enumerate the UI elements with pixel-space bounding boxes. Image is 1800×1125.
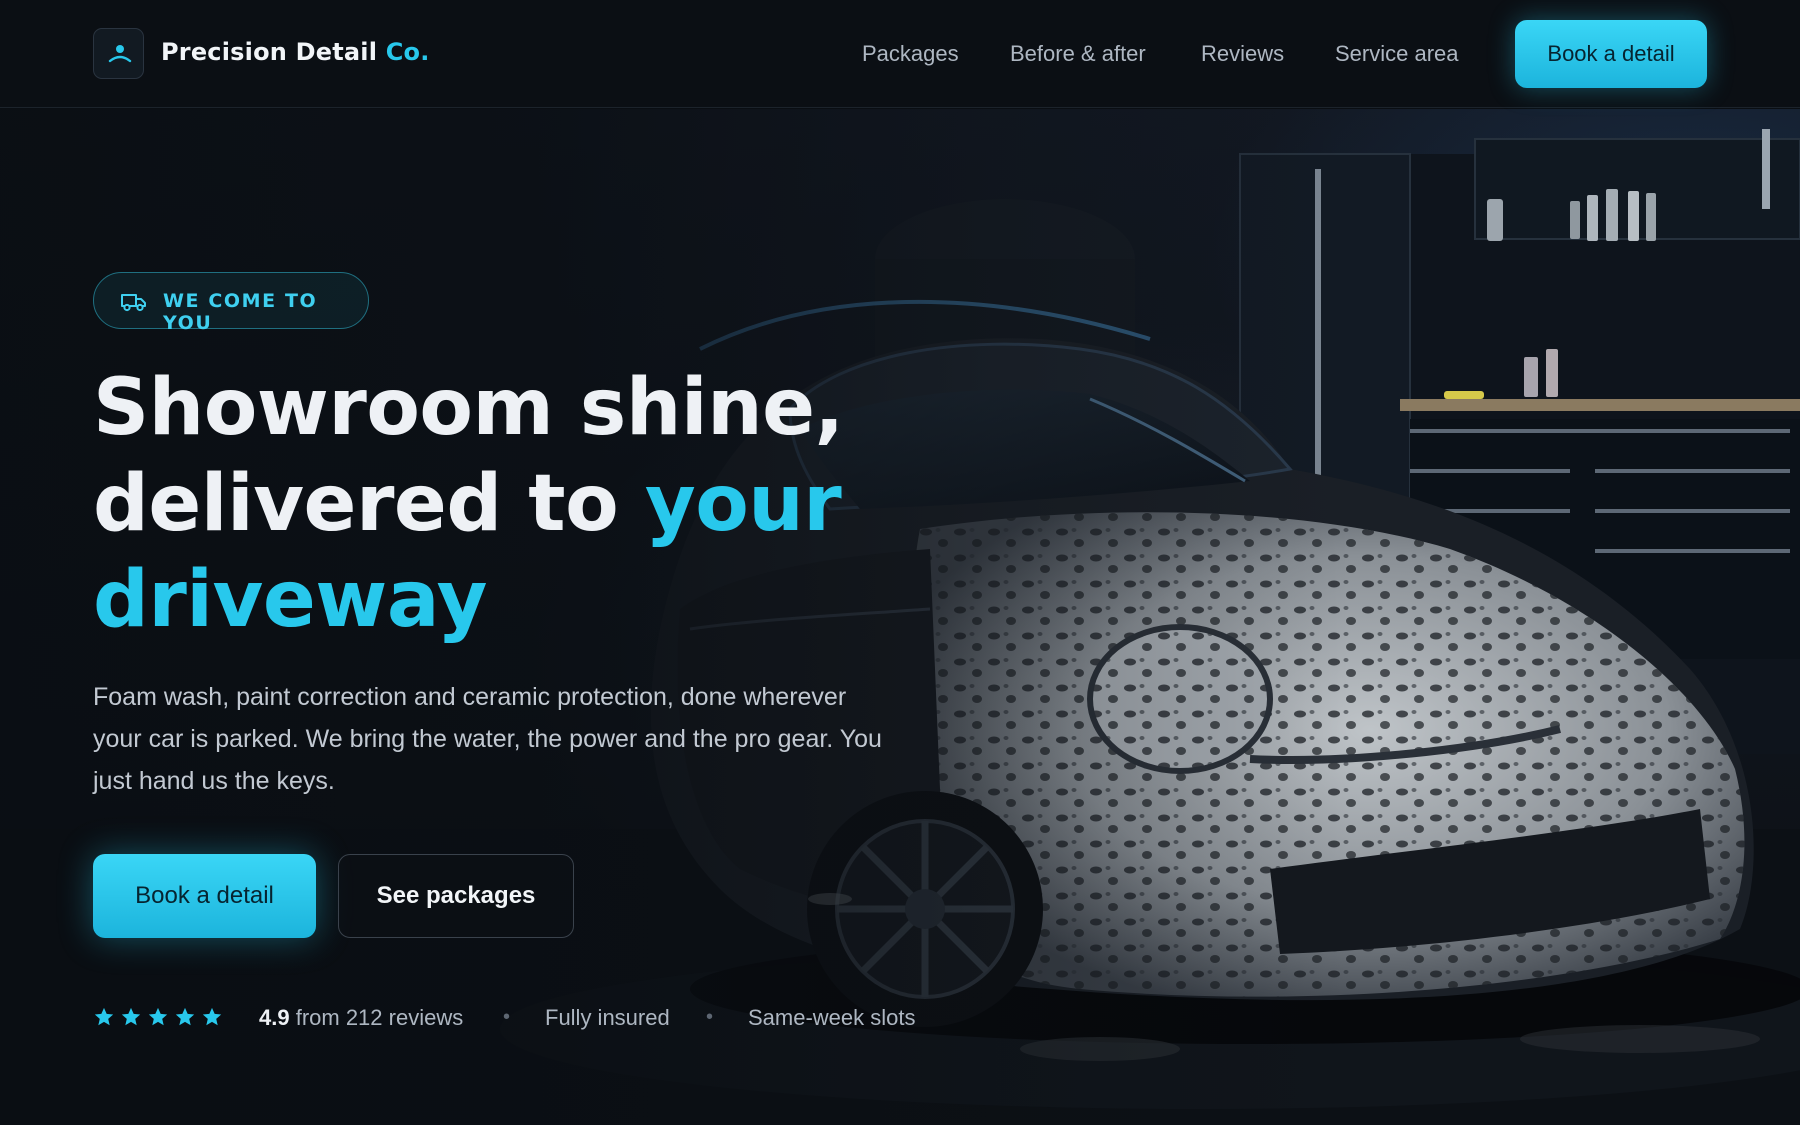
trust-same-week: Same-week slots — [748, 1005, 916, 1030]
rating-value: 4.9 — [259, 1005, 290, 1030]
see-packages-button[interactable]: See packages — [338, 854, 574, 938]
headline-highlight-driveway: driveway — [93, 555, 487, 645]
truck-icon — [121, 294, 146, 312]
hero-headline: Showroom shine, delivered to your drivew… — [93, 360, 913, 648]
nav-link-before-after[interactable]: Before & after — [1010, 41, 1146, 67]
brand-name-accent: Co. — [385, 38, 430, 66]
star-icon — [175, 1007, 195, 1026]
star-icon — [202, 1007, 222, 1026]
eyebrow-label: WE COME TO YOU — [163, 290, 318, 334]
logo-badge[interactable] — [93, 28, 144, 79]
person-icon — [108, 45, 132, 63]
rating-stars — [93, 1006, 223, 1028]
star-icon — [148, 1007, 168, 1026]
nav-link-reviews[interactable]: Reviews — [1201, 41, 1284, 67]
rating-summary: 4.9 from 212 reviews — [259, 1005, 463, 1031]
brand-name-text: Precision Detail — [161, 38, 378, 66]
trust-fully-insured: Fully insured — [545, 1005, 670, 1030]
rating-count-text: from 212 reviews — [289, 1005, 464, 1030]
site-header: Precision Detail Co. Packages Before & a… — [0, 0, 1800, 108]
star-icon — [94, 1007, 114, 1026]
separator-dot: • — [706, 1006, 714, 1028]
headline-line-2: delivered to — [93, 459, 645, 549]
nav-link-service-area[interactable]: Service area — [1335, 41, 1459, 67]
eyebrow-badge: WE COME TO YOU — [93, 272, 369, 334]
headline-highlight-your: your — [644, 459, 842, 549]
header-book-button[interactable]: Book a detail — [1515, 20, 1707, 88]
star-icon — [121, 1007, 141, 1026]
book-detail-button[interactable]: Book a detail — [93, 854, 316, 938]
brand-name[interactable]: Precision Detail Co. — [161, 38, 430, 66]
nav-link-packages[interactable]: Packages — [862, 41, 959, 67]
hero-subtext: Foam wash, paint correction and ceramic … — [93, 683, 882, 795]
headline-line-1: Showroom shine, — [93, 363, 844, 453]
separator-dot: • — [503, 1006, 511, 1028]
